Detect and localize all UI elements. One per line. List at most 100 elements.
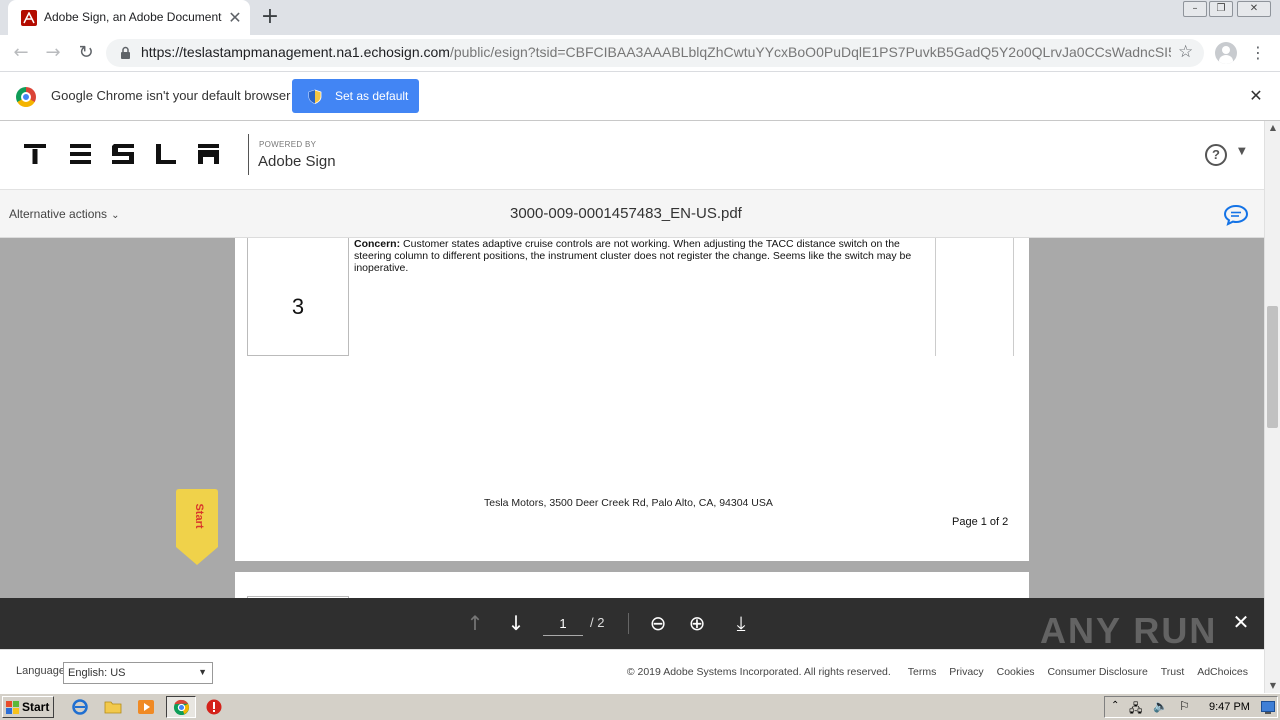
minimize-window-icon[interactable]: – — [1183, 1, 1207, 17]
language-select[interactable]: English: US ▼ — [63, 662, 213, 684]
taskbar-clock: 9:47 PM — [1209, 701, 1250, 713]
help-icon[interactable]: ? — [1205, 144, 1227, 166]
table-divider — [1013, 238, 1014, 356]
previous-page-arrow-icon[interactable]: ↑ — [463, 611, 487, 635]
default-browser-infobar: Google Chrome isn't your default browser… — [0, 71, 1280, 121]
internet-explorer-icon[interactable] — [71, 698, 89, 716]
footer-link-terms[interactable]: Terms — [908, 666, 937, 678]
chrome-logo-icon — [16, 87, 36, 107]
concern-text-block: Concern: Customer states adaptive cruise… — [354, 238, 926, 274]
tesla-logo — [24, 144, 219, 164]
footer-link-trust[interactable]: Trust — [1161, 666, 1185, 678]
tray-expand-icon[interactable]: ⌃ — [1111, 700, 1119, 711]
set-as-default-label: Set as default — [335, 89, 409, 103]
comment-icon[interactable] — [1223, 204, 1249, 226]
page-navigation-bar: ↑ ↓ / 2 ⊖ ⊕ ⤓ ANY RUN ✕ — [0, 598, 1264, 651]
alternative-actions-menu[interactable]: Alternative actions ⌄ — [9, 207, 119, 221]
page-scrollbar[interactable]: ▲ ▼ — [1264, 121, 1280, 693]
zoom-out-icon[interactable]: ⊖ — [646, 611, 670, 635]
infobar-message: Google Chrome isn't your default browser — [51, 88, 291, 103]
next-page-arrow-icon[interactable]: ↓ — [504, 611, 528, 635]
bookmark-star-icon[interactable]: ☆ — [1178, 42, 1193, 62]
zoom-in-icon[interactable]: ⊕ — [685, 611, 709, 635]
url-path: /public/esign?tsid=CBFCIBAA3AAABLblqZhCw… — [449, 44, 1171, 60]
footer-link-adchoices[interactable]: AdChoices — [1197, 666, 1248, 678]
infobar-close-icon[interactable]: ✕ — [1246, 86, 1266, 106]
chrome-menu-icon[interactable]: ⋮ — [1250, 41, 1266, 65]
pager-separator — [628, 613, 629, 634]
download-icon[interactable]: ⤓ — [729, 611, 753, 635]
set-as-default-button[interactable]: Set as default — [292, 79, 419, 113]
windows-logo-icon — [6, 701, 19, 714]
document-title: 3000-009-0001457483_EN-US.pdf — [510, 205, 742, 222]
reload-icon[interactable]: ↻ — [73, 40, 99, 66]
network-icon[interactable]: 🖧 — [1129, 699, 1142, 720]
address-bar[interactable]: https://teslastampmanagement.na1.echosig… — [106, 39, 1204, 67]
chevron-down-icon: ▼ — [198, 667, 207, 677]
page-number-input[interactable] — [543, 612, 583, 636]
table-row-number-cell: 3 — [247, 238, 349, 356]
footer-links: © 2019 Adobe Systems Incorporated. All r… — [617, 666, 1248, 678]
footer-address: Tesla Motors, 3500 Deer Creek Rd, Palo A… — [484, 497, 773, 509]
windows-taskbar: Start ⌃ 🖧 🔈 ⚐ 9:47 PM — [0, 693, 1280, 720]
row-number: 3 — [291, 294, 305, 319]
scroll-down-arrow-icon[interactable]: ▼ — [1265, 679, 1280, 693]
back-arrow-icon[interactable]: ← — [8, 40, 34, 66]
page-footer: Language English: US ▼ © 2019 Adobe Syst… — [0, 649, 1264, 693]
document-bar: Alternative actions ⌄ 3000-009-0001457483… — [0, 189, 1264, 238]
concern-text: Customer states adaptive cruise controls… — [354, 238, 912, 274]
profile-avatar-icon[interactable] — [1215, 42, 1237, 64]
tab-close-icon[interactable]: ✕ — [226, 9, 244, 27]
scroll-up-arrow-icon[interactable]: ▲ — [1265, 121, 1280, 135]
show-desktop-icon[interactable] — [1261, 701, 1275, 714]
table-divider — [935, 238, 936, 356]
new-tab-button[interactable]: + — [258, 5, 282, 29]
media-player-icon[interactable] — [137, 698, 155, 716]
adobe-sign-label: Adobe Sign — [258, 153, 336, 170]
concern-label: Concern: — [354, 238, 401, 250]
language-value: English: US — [68, 667, 126, 679]
pdf-page-1: 3 Concern: Customer states adaptive crui… — [235, 238, 1029, 561]
taskbar-chrome-item[interactable] — [166, 696, 196, 718]
start-label: Start — [22, 700, 50, 714]
alternative-actions-label: Alternative actions — [9, 207, 108, 221]
header-divider — [248, 134, 249, 175]
uac-shield-icon — [308, 89, 322, 104]
forward-arrow-icon[interactable]: → — [40, 40, 66, 66]
folder-icon[interactable] — [104, 698, 122, 716]
stop-icon[interactable] — [205, 698, 223, 716]
language-label: Language — [16, 665, 65, 677]
chevron-down-icon[interactable]: ▼ — [1238, 146, 1246, 157]
action-center-flag-icon[interactable]: ⚐ — [1179, 699, 1190, 713]
page-total-label: / 2 — [590, 615, 605, 630]
scroll-thumb[interactable] — [1267, 306, 1278, 428]
browser-tab-strip: Adobe Sign, an Adobe Document Cloud ✕ + … — [0, 0, 1280, 35]
start-flag-label: Start — [193, 503, 205, 529]
url-text[interactable]: https://teslastampmanagement.na1.echosig… — [141, 44, 1171, 62]
restore-window-icon[interactable]: ❐ — [1209, 1, 1233, 17]
volume-icon[interactable]: 🔈 — [1153, 699, 1168, 713]
system-tray: ⌃ 🖧 🔈 ⚐ 9:47 PM — [1104, 696, 1278, 718]
tab-title: Adobe Sign, an Adobe Document Cloud — [44, 10, 224, 24]
pdf-page-2 — [235, 572, 1029, 598]
powered-by-label: POWERED BY — [259, 140, 317, 149]
footer-link-privacy[interactable]: Privacy — [949, 666, 983, 678]
close-pager-icon[interactable]: ✕ — [1230, 611, 1252, 633]
browser-tab[interactable]: Adobe Sign, an Adobe Document Cloud ✕ — [8, 0, 250, 35]
url-host: https://teslastampmanagement.na1.echosig… — [141, 44, 450, 60]
copyright-text: © 2019 Adobe Systems Incorporated. All r… — [626, 666, 891, 678]
page-count-label: Page 1 of 2 — [952, 516, 1009, 528]
anyrun-watermark: ANY RUN — [1040, 610, 1218, 651]
document-viewer[interactable]: 3 Concern: Customer states adaptive crui… — [0, 238, 1264, 598]
close-window-icon[interactable]: ✕ — [1237, 1, 1271, 17]
chrome-taskbar-icon — [173, 699, 190, 716]
start-signing-flag[interactable]: Start — [176, 489, 218, 567]
adobe-sign-header: POWERED BY Adobe Sign ? ▼ — [0, 121, 1264, 189]
start-button[interactable]: Start — [2, 696, 54, 718]
adobe-favicon-icon — [21, 10, 37, 26]
lock-icon — [121, 46, 130, 59]
browser-toolbar: ← → ↻ https://teslastampmanagement.na1.e… — [0, 35, 1280, 71]
footer-link-consumer-disclosure[interactable]: Consumer Disclosure — [1047, 666, 1147, 678]
chevron-down-icon: ⌄ — [111, 210, 120, 221]
footer-link-cookies[interactable]: Cookies — [997, 666, 1035, 678]
